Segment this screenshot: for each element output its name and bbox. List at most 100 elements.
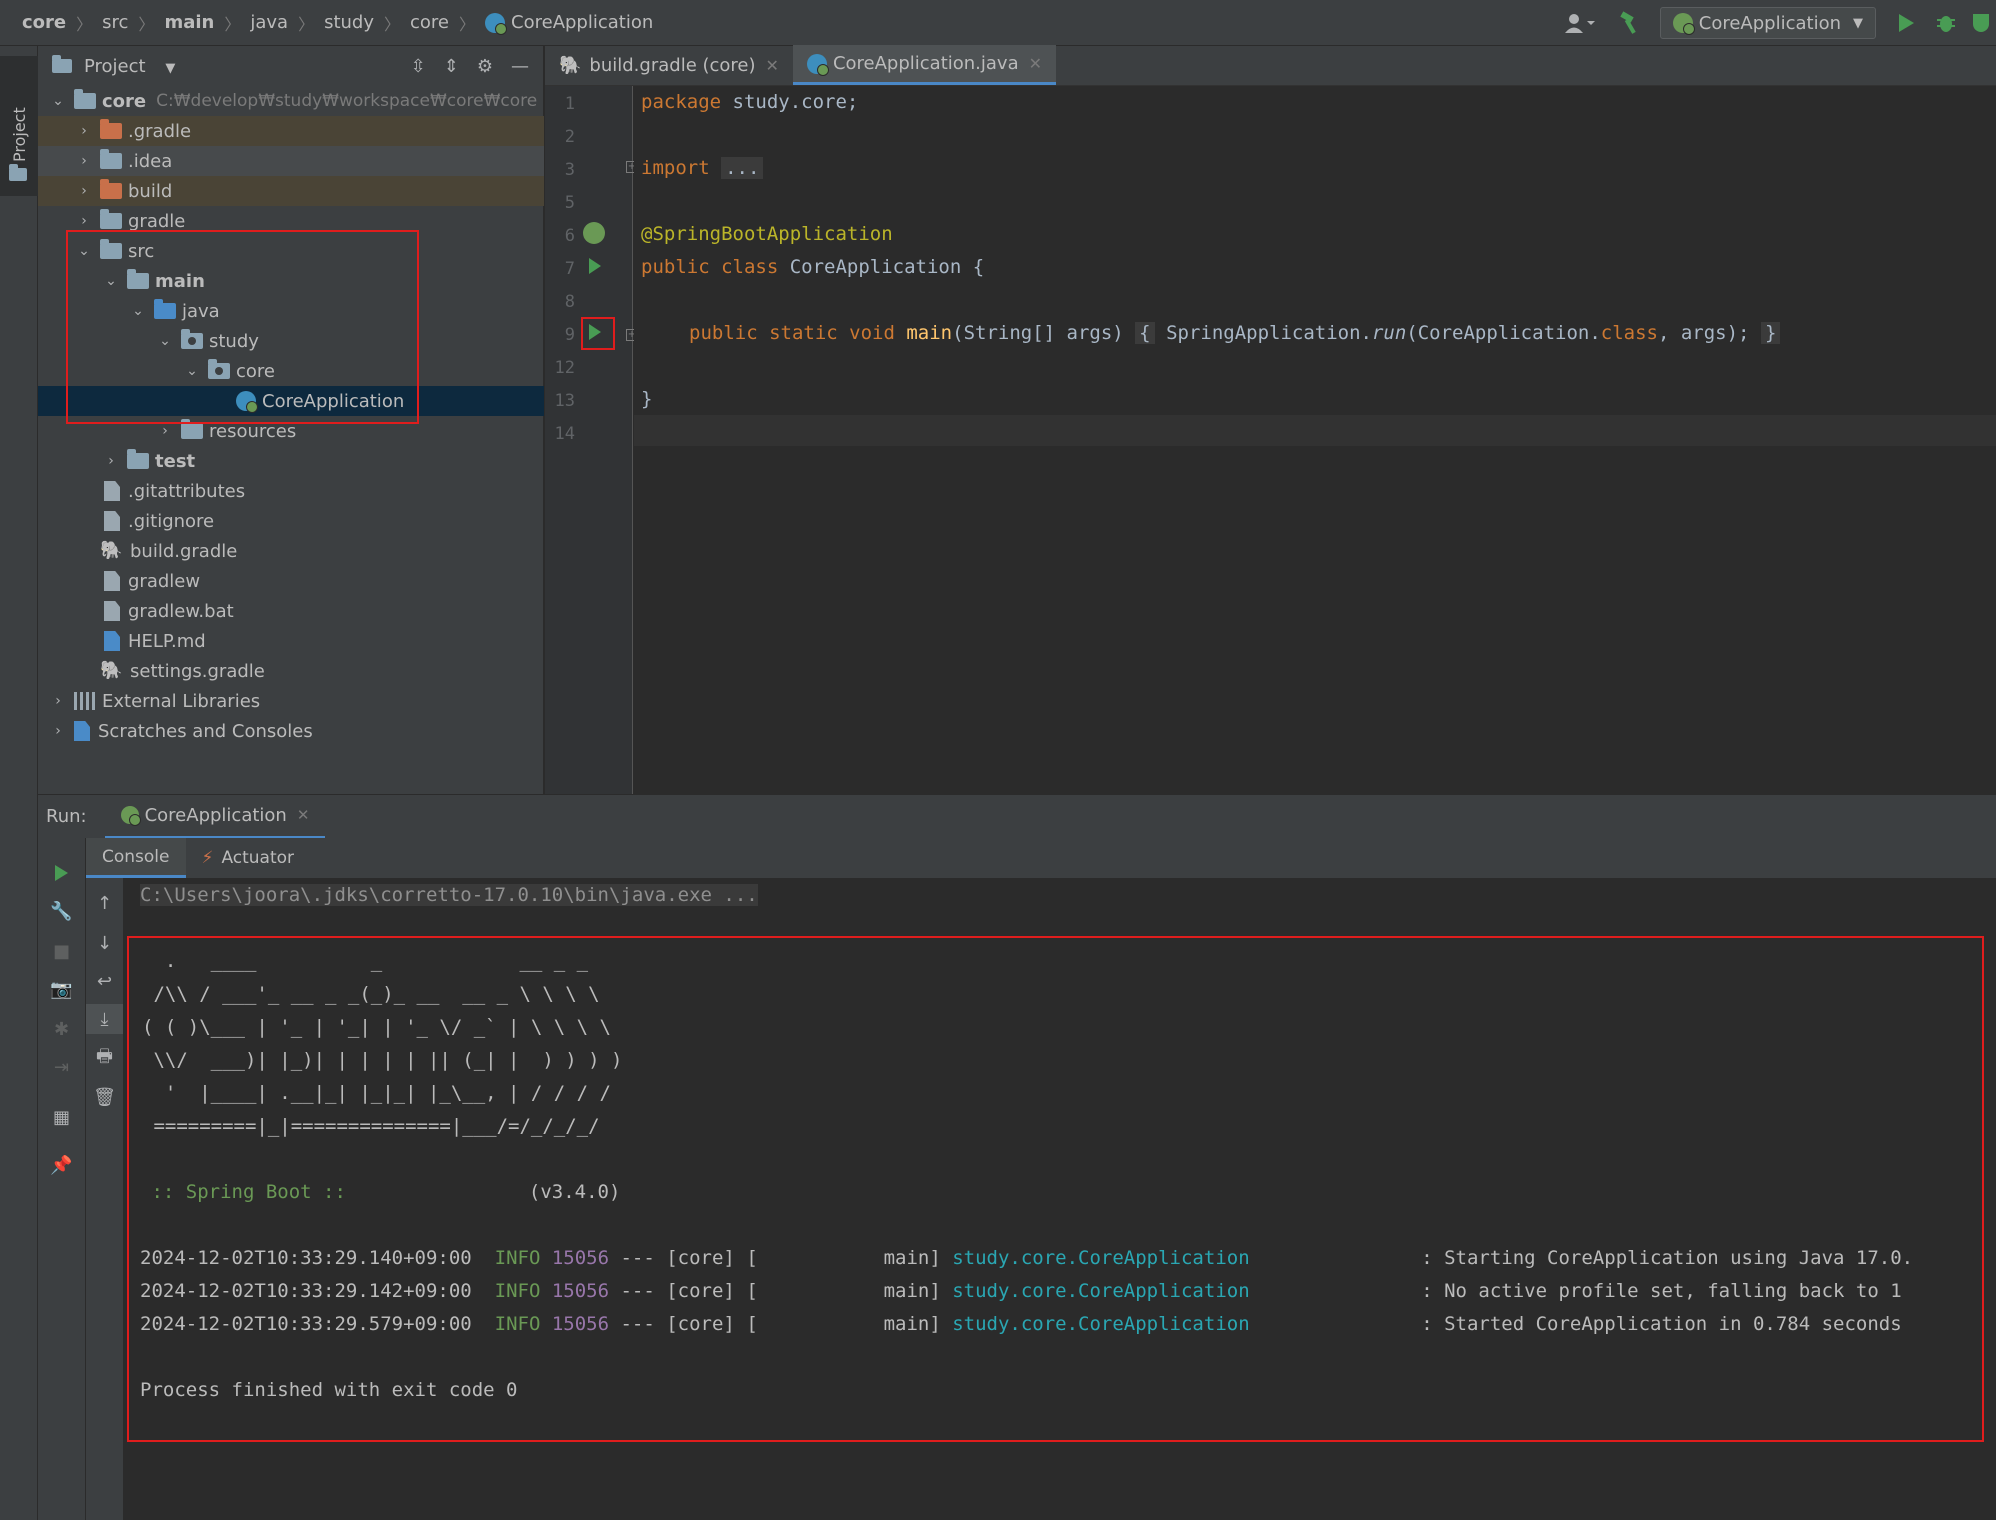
breadcrumb-item-main[interactable]: main <box>164 12 214 33</box>
project-tool-tab-label: Project <box>10 107 29 162</box>
project-view-label: Project <box>84 55 146 77</box>
coverage-icon[interactable] <box>1970 7 1992 39</box>
tree-item-gradlew-bat[interactable]: gradlew.bat <box>38 596 544 626</box>
breadcrumb-item-study[interactable]: study <box>324 12 374 33</box>
code-text: (String[] args) <box>952 322 1124 344</box>
chevron-right-icon: › <box>108 453 114 469</box>
user-icon[interactable] <box>1558 7 1602 39</box>
folder-icon <box>100 179 122 199</box>
tree-item-label: build <box>128 180 173 202</box>
code-editor[interactable]: package study.core; import ... @SpringBo… <box>634 86 1996 794</box>
tree-item-settings-gradle[interactable]: 🐘 settings.gradle <box>38 656 544 686</box>
spring-bean-icon[interactable] <box>583 222 605 244</box>
project-panel-header: Project ▼ ⇳ ⇕ ⚙ — <box>38 46 543 86</box>
scratches-icon <box>74 721 90 741</box>
code-line-3: import ... <box>641 157 764 179</box>
code-annotation: @SpringBootApplication <box>641 223 893 245</box>
scroll-to-end-icon[interactable]: ⤓ <box>86 1004 123 1034</box>
tree-item-label: Scratches and Consoles <box>98 720 313 742</box>
print-icon[interactable]: 🖶 <box>86 1044 123 1074</box>
tab-console[interactable]: Console <box>86 838 186 878</box>
debug-icon[interactable]: ✱ <box>38 1014 85 1044</box>
tree-item-gitattributes[interactable]: .gitattributes <box>38 476 544 506</box>
console-toolbar: ↑ ↓ ↩ ⤓ 🖶 🗑 <box>86 878 124 1520</box>
chevron-down-icon: ⌄ <box>52 93 64 109</box>
arrow-down-icon[interactable]: ↓ <box>86 928 123 958</box>
tree-item-gitignore[interactable]: .gitignore <box>38 506 544 536</box>
shell-script-icon <box>104 571 120 591</box>
minimize-icon[interactable]: — <box>511 56 529 77</box>
tree-item-label: External Libraries <box>102 690 261 712</box>
close-icon[interactable]: ✕ <box>1029 54 1042 73</box>
expand-all-icon[interactable]: ⇳ <box>411 56 426 77</box>
tree-item-label: gradlew.bat <box>128 600 234 622</box>
gear-icon[interactable]: ⚙ <box>477 56 493 77</box>
trash-icon[interactable]: 🗑 <box>86 1082 123 1112</box>
code-keyword: package <box>641 91 722 113</box>
tree-item-gradlew[interactable]: gradlew <box>38 566 544 596</box>
tree-item-external-libraries[interactable]: › External Libraries <box>38 686 544 716</box>
build-hammer-icon[interactable] <box>1614 7 1646 39</box>
close-icon[interactable]: ✕ <box>766 56 779 75</box>
tree-item-core-root[interactable]: ⌄ core C:₩develop₩study₩workspace₩core₩c… <box>38 86 544 116</box>
chevron-right-icon: 〉 <box>76 14 93 34</box>
tab-build-gradle[interactable]: 🐘 build.gradle (core) ✕ <box>545 45 793 85</box>
tree-item-test[interactable]: › test <box>38 446 544 476</box>
tree-item-gradle-dir[interactable]: › .gradle <box>38 116 544 146</box>
run-tab-coreapplication[interactable]: CoreApplication ✕ <box>104 795 326 839</box>
tab-coreapplication-java[interactable]: CoreApplication.java ✕ <box>792 45 1057 85</box>
tab-actuator[interactable]: ⚡ Actuator <box>186 838 311 878</box>
code-static-call: run <box>1371 322 1407 344</box>
tree-item-build-gradle[interactable]: 🐘 build.gradle <box>38 536 544 566</box>
close-icon[interactable]: ✕ <box>297 806 310 824</box>
tree-item-idea[interactable]: › .idea <box>38 146 544 176</box>
stop-icon[interactable]: ■ <box>38 936 85 966</box>
run-configuration-label: CoreApplication <box>1698 12 1841 34</box>
markdown-file-icon <box>104 631 120 651</box>
run-gutter-icon[interactable] <box>589 258 601 274</box>
folder-icon <box>100 119 122 139</box>
run-tool-window-header: Run: CoreApplication ✕ <box>38 794 1996 839</box>
debug-icon[interactable] <box>1930 7 1962 39</box>
code-keyword: import <box>641 157 710 179</box>
project-view-select[interactable]: Project ▼ <box>84 56 175 77</box>
file-icon <box>104 481 120 501</box>
breadcrumb-item-java[interactable]: java <box>250 12 288 33</box>
folded-imports[interactable]: ... <box>721 157 764 179</box>
arrow-up-icon[interactable]: ↑ <box>86 888 123 918</box>
project-tool-tab[interactable]: Project <box>0 56 38 196</box>
breadcrumb-item-core[interactable]: core <box>22 12 66 33</box>
editor-tab-bar: 🐘 build.gradle (core) ✕ CoreApplication.… <box>545 45 1996 86</box>
spring-class-icon <box>806 53 829 76</box>
console-command: C:\Users\joora\.jdks\corretto-17.0.10\bi… <box>140 884 758 906</box>
code-text: } <box>641 388 653 410</box>
soft-wrap-icon[interactable]: ↩ <box>86 966 123 996</box>
tab-label: Actuator <box>221 848 295 868</box>
gitignore-file-icon <box>104 511 120 531</box>
run-icon[interactable] <box>1890 7 1922 39</box>
breadcrumb-item-src[interactable]: src <box>102 12 128 33</box>
chevron-right-icon: 〉 <box>138 14 155 34</box>
tree-item-build[interactable]: › build <box>38 176 544 206</box>
tree-item-label: test <box>155 450 196 472</box>
rerun-icon[interactable] <box>38 858 85 888</box>
chevron-down-icon: ▼ <box>1853 15 1863 31</box>
tree-item-scratches[interactable]: › Scratches and Consoles <box>38 716 544 746</box>
wrench-icon[interactable]: 🔧 <box>38 896 85 926</box>
code-line-1: package study.core; <box>641 91 858 113</box>
run-configuration-select[interactable]: CoreApplication ▼ <box>1659 7 1876 39</box>
login-icon[interactable]: ⇥ <box>38 1052 85 1082</box>
collapse-all-icon[interactable]: ⇕ <box>444 56 459 77</box>
resources-folder-icon <box>181 419 203 439</box>
pin-icon[interactable]: 📌 <box>38 1150 85 1180</box>
code-keyword: public class <box>641 256 779 278</box>
tree-item-help-md[interactable]: HELP.md <box>38 626 544 656</box>
camera-icon[interactable]: 📷 <box>38 974 85 1004</box>
tree-item-label: build.gradle <box>130 540 238 562</box>
breadcrumb-item-coreapplication[interactable]: CoreApplication <box>485 12 653 35</box>
tab-label: CoreApplication.java <box>832 53 1019 74</box>
line-number: 8 <box>564 292 575 312</box>
line-number: 2 <box>564 127 575 147</box>
breadcrumb-item-core-pkg[interactable]: core <box>410 12 449 33</box>
layout-icon[interactable]: ▦ <box>38 1102 85 1132</box>
